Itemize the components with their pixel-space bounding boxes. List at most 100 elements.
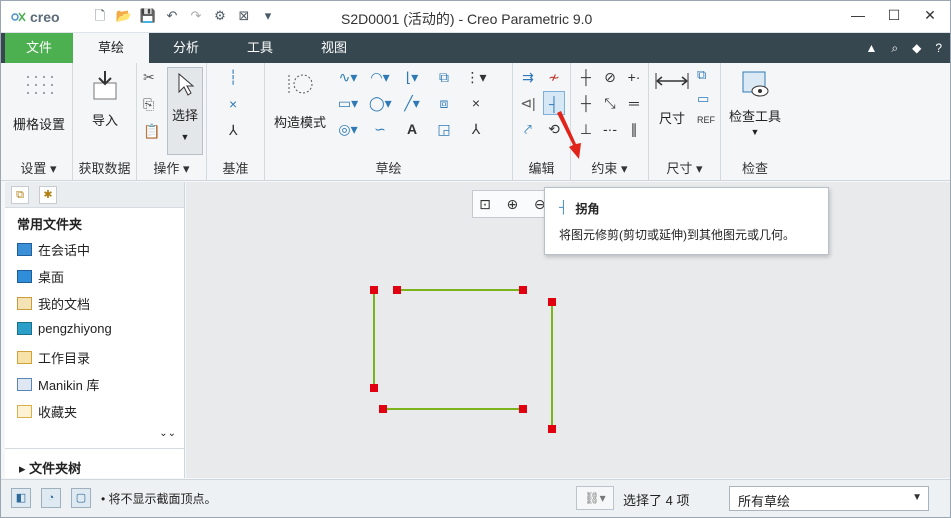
close-button[interactable]: ✕ bbox=[920, 7, 940, 24]
maximize-button[interactable]: ☐ bbox=[884, 7, 904, 24]
selection-filter-dropdown[interactable]: 所有草绘 ▼ bbox=[729, 486, 929, 511]
folder-label: 桌面 bbox=[38, 270, 65, 285]
window-title: S2D0001 (活动的) - Creo Parametric 9.0 bbox=[341, 11, 593, 27]
select-button[interactable]: 选择 ▼ bbox=[167, 67, 203, 155]
corner-icon: ┤ bbox=[559, 200, 568, 214]
folder-item-favorites[interactable]: 收藏夹 bbox=[17, 402, 77, 421]
vertical-constraint-icon[interactable]: ┼ bbox=[575, 65, 597, 89]
tab-analysis[interactable]: 分析 bbox=[151, 33, 221, 63]
reference-icon[interactable]: REF bbox=[697, 115, 715, 125]
construction-mode-button[interactable]: 构造模式 bbox=[269, 71, 331, 131]
grid-settings-button[interactable]: 栅格设置 bbox=[7, 73, 71, 133]
expand-more-icon[interactable]: ⌄⌄ bbox=[159, 428, 176, 439]
customize-icon[interactable]: ▾ bbox=[259, 7, 277, 25]
favorites-tab-icon[interactable]: ✱ bbox=[39, 186, 57, 204]
search-icon[interactable]: ⌕ bbox=[891, 41, 898, 56]
undo-icon[interactable]: ↶ bbox=[163, 7, 181, 25]
get-data-group-label: 获取数据 bbox=[78, 161, 131, 176]
centerline-icon[interactable]: ⋮▾ bbox=[465, 65, 487, 89]
collapse-ribbon-icon[interactable]: ▲ bbox=[865, 41, 877, 56]
paste-icon[interactable]: 📋 bbox=[143, 123, 160, 140]
save-icon[interactable]: 💾 bbox=[139, 7, 157, 25]
midpoint-constraint-icon[interactable]: +· bbox=[623, 65, 645, 89]
model-tree-tab-icon[interactable]: ⧉ bbox=[11, 186, 29, 204]
app-icon[interactable]: ◆ bbox=[912, 41, 921, 56]
tab-file[interactable]: 文件 bbox=[5, 33, 73, 63]
constrain-group-label[interactable]: 约束 ▾ bbox=[571, 158, 648, 177]
minimize-button[interactable]: — bbox=[848, 7, 868, 24]
fillet-icon[interactable]: ⌊▾ bbox=[401, 65, 423, 89]
delete-segment-icon[interactable]: ≁ bbox=[543, 65, 565, 89]
spline-icon[interactable]: ∽ bbox=[369, 117, 391, 141]
new-icon[interactable]: 🗋 bbox=[91, 7, 109, 25]
dimension-group-label[interactable]: 尺寸 ▾ bbox=[649, 158, 720, 177]
equal-constraint-icon[interactable]: ═ bbox=[623, 91, 645, 115]
datum-csys-icon[interactable]: ⅄ bbox=[229, 122, 238, 139]
perpendicular-constraint-icon[interactable]: ⊥ bbox=[575, 117, 597, 141]
parallel-constraint-icon[interactable]: ∥ bbox=[623, 117, 645, 141]
inspect-tools-button[interactable]: 检查工具 ▼ bbox=[723, 69, 787, 137]
symmetric-constraint-icon[interactable]: -·- bbox=[599, 117, 621, 141]
mirror-icon[interactable]: ⊲| bbox=[517, 91, 539, 115]
library-icon bbox=[17, 378, 32, 391]
creo-logo: creo bbox=[11, 9, 60, 25]
vertex-marker bbox=[548, 425, 556, 433]
dimension-button[interactable]: 尺寸 bbox=[651, 71, 693, 127]
point-icon[interactable]: × bbox=[465, 91, 487, 115]
folder-tree-section[interactable]: ▸ 文件夹树 bbox=[5, 448, 184, 476]
navigator-toggle-icon[interactable]: ◧ bbox=[11, 488, 31, 508]
tab-view[interactable]: 视图 bbox=[299, 33, 369, 63]
sketching-group-label: 草绘 bbox=[375, 161, 402, 176]
text-icon[interactable]: A bbox=[401, 117, 423, 141]
regenerate-icon[interactable]: ⚙ bbox=[211, 7, 229, 25]
setup-group-label[interactable]: 设置 ▾ bbox=[5, 158, 72, 177]
folder-item-pengzhiyong[interactable]: pengzhiyong bbox=[17, 321, 112, 336]
ellipse-icon[interactable]: ◯▾ bbox=[369, 91, 392, 115]
coincident-constraint-icon[interactable]: ⤡ bbox=[599, 91, 621, 115]
offset-icon[interactable]: ⧉ bbox=[433, 65, 455, 89]
folder-tree-label: 文件夹树 bbox=[29, 461, 82, 476]
tab-tools[interactable]: 工具 bbox=[225, 33, 295, 63]
fullscreen-icon[interactable]: ▢ bbox=[71, 488, 91, 508]
graphics-area[interactable]: ⊡ ⊕ ⊖ ┤ 拐角 将图元修剪(剪切或延伸)到其他图元或几何。 bbox=[186, 182, 950, 478]
divide-icon[interactable]: ⤤ bbox=[517, 117, 539, 141]
import-button[interactable]: 导入 bbox=[75, 69, 135, 129]
rectangle-icon[interactable]: ▭▾ bbox=[337, 91, 359, 115]
circle-icon[interactable]: ◎▾ bbox=[337, 117, 359, 141]
datum-centerline-icon[interactable]: ┆ bbox=[229, 69, 238, 86]
datum-point-icon[interactable]: × bbox=[229, 96, 238, 112]
folder-item-in-session[interactable]: 在会话中 bbox=[17, 240, 90, 259]
cut-icon[interactable]: ✂ bbox=[143, 69, 160, 86]
thicken-icon[interactable]: ⧈ bbox=[433, 91, 455, 115]
folder-item-my-documents[interactable]: 我的文档 bbox=[17, 294, 90, 313]
baseline-icon[interactable]: ▭ bbox=[697, 91, 715, 107]
folder-item-desktop[interactable]: 桌面 bbox=[17, 267, 64, 286]
horizontal-constraint-icon[interactable]: ┼ bbox=[575, 91, 597, 115]
inspect-tools-label: 检查工具 bbox=[728, 109, 781, 124]
redo-icon[interactable]: ↷ bbox=[187, 7, 205, 25]
folder-item-working-directory[interactable]: 工作目录 bbox=[17, 348, 90, 367]
group-operations: ✂ ⎘ 📋 选择 ▼ 操作 ▾ bbox=[137, 63, 207, 181]
title-bar: creo 🗋 📂 💾 ↶ ↷ ⚙ ⊠ ▾ S2D0001 (活动的) - Cre… bbox=[1, 1, 950, 33]
folder-label: 收藏夹 bbox=[38, 405, 78, 420]
palette-icon[interactable]: ◲ bbox=[433, 117, 455, 141]
browser-toggle-icon[interactable]: ◔ bbox=[41, 488, 61, 508]
open-icon[interactable]: 📂 bbox=[115, 7, 133, 25]
close-window-icon[interactable]: ⊠ bbox=[235, 7, 253, 25]
chamfer-icon[interactable]: ╱▾ bbox=[401, 91, 423, 115]
find-button[interactable]: ⛓▾ bbox=[576, 486, 614, 510]
modify-icon[interactable]: ⇉ bbox=[517, 65, 539, 89]
copy-icon[interactable]: ⎘ bbox=[143, 96, 160, 113]
operations-group-label[interactable]: 操作 ▾ bbox=[137, 158, 206, 177]
csys-icon[interactable]: ⅄ bbox=[465, 117, 487, 141]
help-icon[interactable]: ? bbox=[935, 41, 942, 56]
group-editing: ⇉ ≁ ⊲| ┤ ⤤ ⟲ 编辑 bbox=[513, 63, 581, 181]
folder-item-manikin-library[interactable]: Manikin 库 bbox=[17, 375, 99, 394]
line-icon[interactable]: ∿▾ bbox=[337, 65, 359, 89]
import-label: 导入 bbox=[91, 113, 118, 128]
group-get-data: 导入 获取数据 bbox=[73, 63, 137, 181]
modify-dimension-icon[interactable]: ⧉ bbox=[697, 67, 715, 83]
tangent-constraint-icon[interactable]: ⊘ bbox=[599, 65, 621, 89]
arc-icon[interactable]: ◠▾ bbox=[369, 65, 391, 89]
tab-sketch[interactable]: 草绘 bbox=[73, 33, 149, 63]
